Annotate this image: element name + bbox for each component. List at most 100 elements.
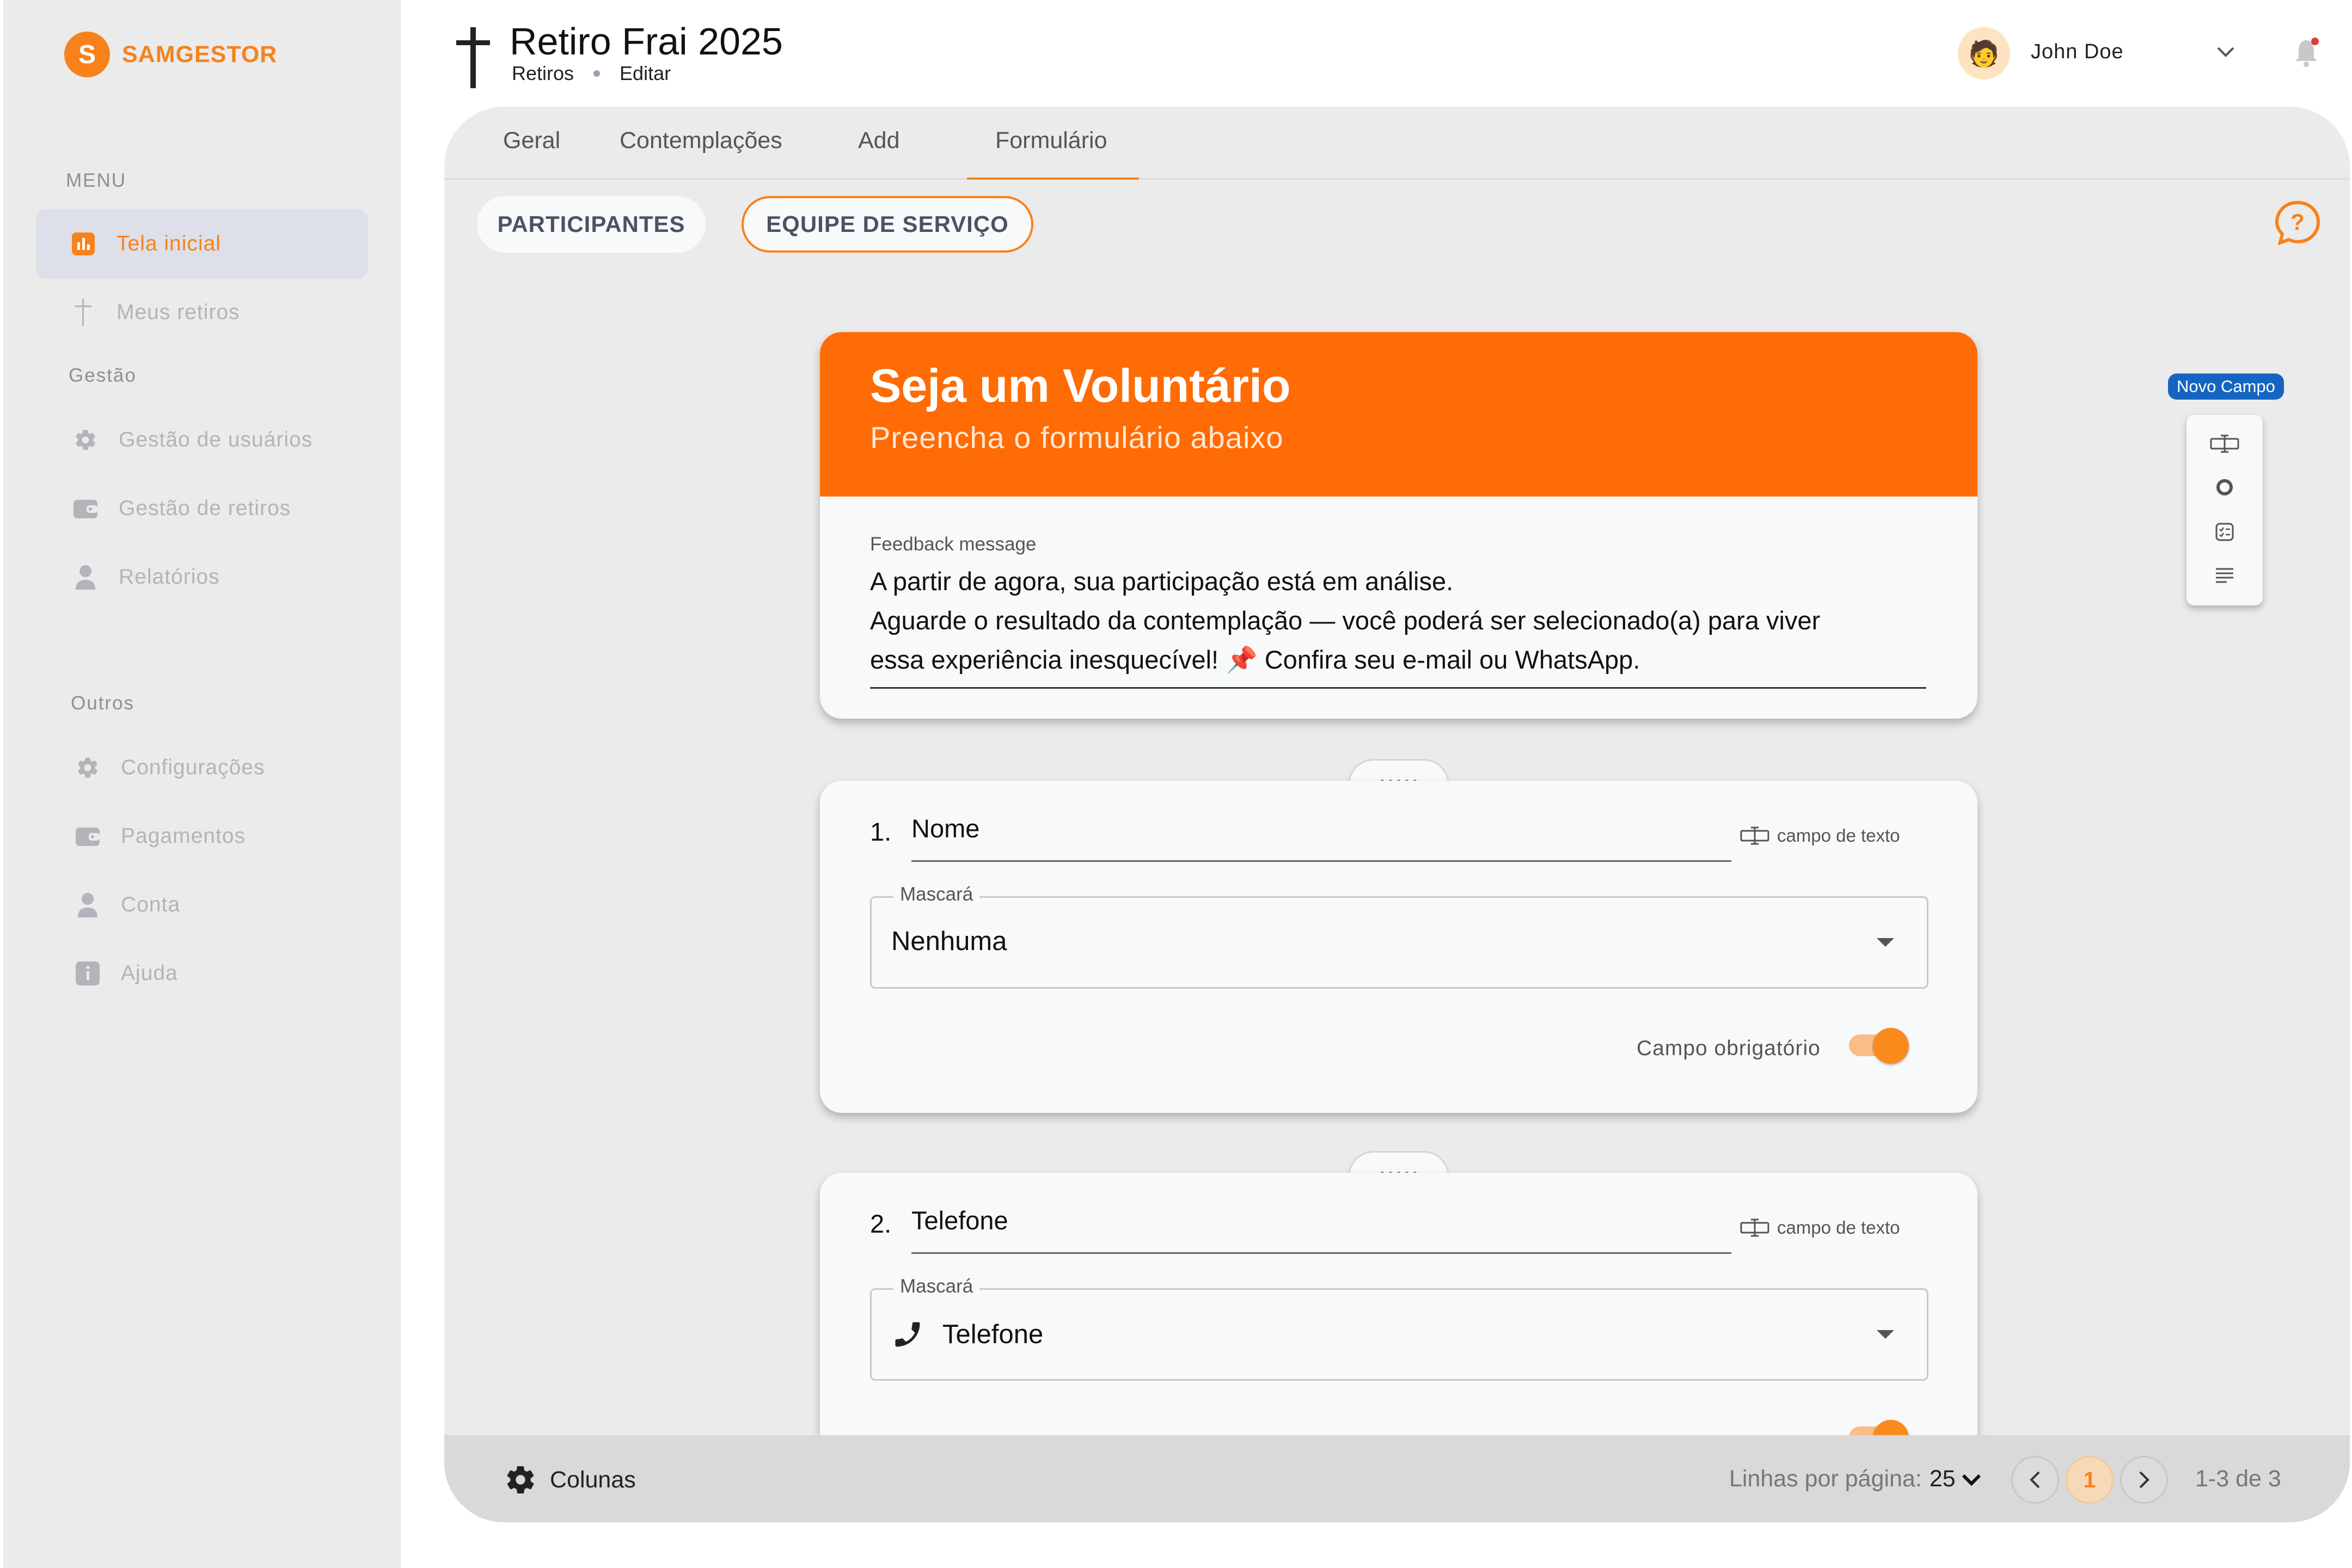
sidebar-item-label: Pagamentos	[121, 824, 246, 848]
field-type-label: campo de texto	[1777, 825, 1900, 846]
field-type-label: campo de texto	[1777, 1217, 1900, 1238]
field-type-indicator: campo de texto	[1740, 1217, 1900, 1238]
gear-icon	[507, 1466, 534, 1494]
brand-badge: S	[64, 32, 110, 77]
bell-icon[interactable]	[2290, 36, 2323, 71]
mask-label: Mascará	[893, 1276, 980, 1297]
person-icon	[73, 565, 98, 590]
breadcrumb-editar: Editar	[620, 62, 671, 84]
sidebar-item-gestao-retiros[interactable]: Gestão de retiros	[36, 474, 368, 543]
user-name[interactable]: John Doe	[2031, 40, 2124, 64]
new-field-palette	[2186, 415, 2263, 605]
sidebar-item-label: Configurações	[121, 756, 265, 779]
question-name-input[interactable]: Nome	[911, 813, 979, 843]
phone-icon	[895, 1322, 920, 1347]
rows-per-page[interactable]: Linhas por página: 25	[1729, 1466, 1983, 1492]
sidebar-item-tela-inicial[interactable]: Tela inicial	[36, 209, 368, 279]
mask-select[interactable]: Mascará Telefone	[870, 1276, 1928, 1381]
mask-value-wrapper: Telefone	[891, 1318, 1043, 1351]
chevron-right-icon	[2139, 1471, 2149, 1489]
radio-icon[interactable]	[2208, 474, 2241, 501]
wallet-icon	[75, 824, 100, 849]
chevron-down-icon[interactable]	[2215, 45, 2237, 62]
brand-logo[interactable]: S SAMGESTOR	[64, 32, 277, 77]
breadcrumb-retiros[interactable]: Retiros	[512, 62, 574, 85]
required-toggle[interactable]	[1849, 1027, 1909, 1065]
required-label: Campo obrigatório	[1637, 1037, 1821, 1060]
sidebar-section-outros: Outros	[71, 693, 135, 714]
form-subtitle[interactable]: Preencha o formulário abaixo	[870, 420, 1927, 455]
feedback-line: essa experiência inesquecível! 📌 Confira…	[870, 645, 1640, 674]
question-name-underline	[911, 1252, 1731, 1254]
columns-button[interactable]: Colunas	[504, 1463, 636, 1496]
prev-page-button[interactable]	[2011, 1456, 2059, 1504]
rows-per-page-label: Linhas por página:	[1729, 1466, 1922, 1492]
sidebar-item-label: Tela inicial	[117, 232, 221, 255]
field-type-indicator: campo de texto	[1740, 825, 1900, 846]
paragraph-icon[interactable]	[2208, 562, 2241, 589]
toggle-thumb	[1873, 1028, 1909, 1064]
tab-add[interactable]: Add	[858, 127, 900, 154]
novo-campo-badge: Novo Campo	[2168, 373, 2284, 400]
text-field-icon[interactable]	[2208, 430, 2241, 457]
sidebar-item-pagamentos[interactable]: Pagamentos	[36, 801, 368, 871]
help-icon[interactable]: ?	[2273, 199, 2323, 252]
sidebar: S SAMGESTOR MENU Tela inicial Meus retir…	[3, 0, 401, 1568]
next-page-button[interactable]	[2120, 1456, 2168, 1504]
feedback-message-field[interactable]: A partir de agora, sua participação está…	[870, 562, 1937, 679]
dropdown-caret-icon	[1877, 1330, 1894, 1339]
mask-select[interactable]: Mascará Nenhuma	[870, 884, 1928, 989]
page-button-current[interactable]: 1	[2066, 1456, 2114, 1504]
equipe-servico-button[interactable]: EQUIPE DE SERVIÇO	[742, 196, 1033, 253]
wallet-icon	[73, 496, 98, 521]
chevron-down-icon	[1962, 1474, 1981, 1486]
checkbox-list-icon[interactable]	[2208, 518, 2241, 546]
question-card: 1. Nome campo de texto Mascará Nenhuma C…	[820, 781, 1977, 1113]
sidebar-section-menu: MENU	[66, 170, 127, 191]
person-icon	[75, 892, 100, 917]
feedback-underline	[870, 687, 1926, 689]
text-field-icon	[1740, 1218, 1769, 1237]
active-tab-indicator	[967, 177, 1139, 180]
table-footer: Colunas Linhas por página: 25 1 1-3 de 3	[444, 1435, 2350, 1522]
chevron-left-icon	[2030, 1471, 2040, 1489]
question-number: 1.	[870, 817, 892, 846]
question-name-underline	[911, 860, 1731, 862]
question-name-input[interactable]: Telefone	[911, 1205, 1008, 1235]
question-number: 2.	[870, 1209, 892, 1238]
sidebar-item-label: Ajuda	[121, 961, 178, 985]
mask-value: Nenhuma	[891, 927, 1007, 956]
columns-label: Colunas	[550, 1466, 636, 1493]
page-title: Retiro Frai 2025	[510, 20, 783, 63]
dropdown-caret-icon	[1877, 938, 1894, 947]
chart-icon	[71, 231, 96, 256]
rows-per-page-value: 25	[1929, 1466, 1956, 1492]
breadcrumb-separator	[593, 70, 601, 77]
sidebar-section-gestao: Gestão	[69, 365, 137, 386]
feedback-label: Feedback message	[870, 534, 1037, 555]
form-header-card: Seja um Voluntário Preencha o formulário…	[820, 332, 1977, 719]
sidebar-item-conta[interactable]: Conta	[36, 870, 368, 940]
sidebar-item-label: Meus retiros	[117, 301, 240, 324]
gear-icon	[75, 755, 100, 780]
participantes-button[interactable]: PARTICIPANTES	[477, 196, 706, 253]
sidebar-item-gestao-usuarios[interactable]: Gestão de usuários	[36, 405, 368, 475]
sidebar-item-ajuda[interactable]: Ajuda	[36, 939, 368, 1008]
sidebar-item-configuracoes[interactable]: Configurações	[36, 733, 368, 803]
feedback-line: A partir de agora, sua participação está…	[870, 567, 1454, 596]
form-title[interactable]: Seja um Voluntário	[870, 359, 1927, 413]
avatar[interactable]: 🧑	[1958, 27, 2010, 79]
sidebar-item-meus-retiros[interactable]: Meus retiros	[36, 278, 368, 347]
feedback-line: Aguarde o resultado da contemplação — vo…	[870, 606, 1821, 635]
tab-formulario[interactable]: Formulário	[995, 127, 1107, 154]
sidebar-item-relatorios[interactable]: Relatórios	[36, 542, 368, 612]
tab-contemplacoes[interactable]: Contemplações	[620, 127, 782, 154]
sidebar-item-label: Conta	[121, 893, 181, 916]
form-banner: Seja um Voluntário Preencha o formulário…	[820, 332, 1977, 497]
tab-geral[interactable]: Geral	[503, 127, 560, 154]
mask-label: Mascará	[893, 884, 980, 905]
svg-text:?: ?	[2290, 209, 2305, 235]
cross-icon	[71, 299, 96, 326]
cross-icon	[454, 27, 492, 88]
sidebar-item-label: Gestão de retiros	[119, 497, 291, 520]
